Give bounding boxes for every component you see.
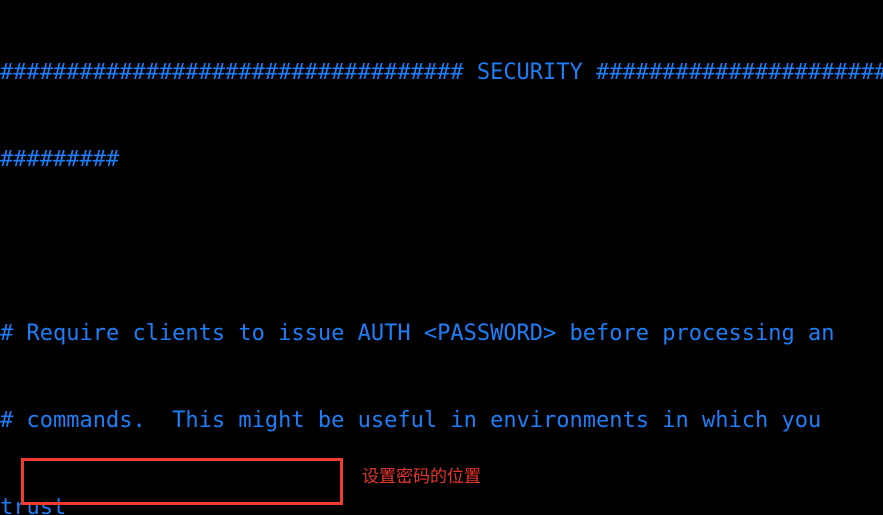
terminal-line: # commands. This might be useful in envi… — [0, 408, 822, 433]
terminal-line: trust — [0, 495, 67, 515]
terminal-line: # Require clients to issue AUTH <PASSWOR… — [0, 321, 835, 346]
terminal-text-area[interactable]: ################################### SECU… — [0, 0, 883, 515]
terminal-screen: ################################### SECU… — [0, 0, 883, 515]
terminal-line: ######### — [0, 147, 120, 172]
annotation-label: 设置密码的位置 — [362, 467, 481, 487]
terminal-line: ################################### SECU… — [0, 60, 883, 85]
